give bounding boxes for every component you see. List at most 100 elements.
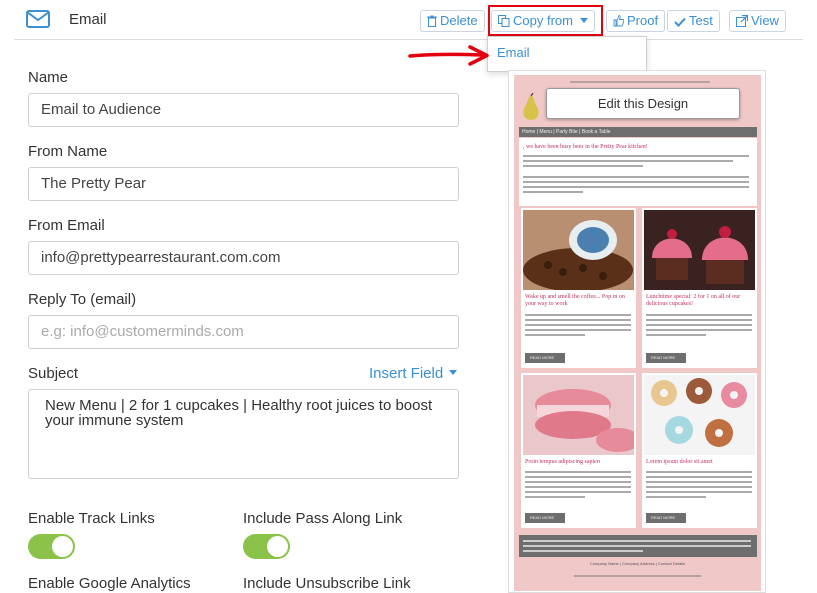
- toggle-knob: [52, 536, 73, 557]
- text-line: [523, 181, 749, 183]
- annotation-arrow: [408, 45, 489, 66]
- text-line: [523, 550, 643, 552]
- proof-label: Proof: [627, 13, 659, 28]
- subject-textarea[interactable]: New Menu | 2 for 1 cupcakes | Healthy ro…: [28, 389, 459, 479]
- email-card-coffee: Wake up and smell the coffee... Pop in o…: [521, 208, 636, 368]
- card-title: Proin tempus adipiscing sapien: [525, 459, 600, 465]
- from-name-input[interactable]: The Pretty Pear: [28, 167, 459, 201]
- card-title: Lunchtime special: 2 for 1 on all of our…: [646, 294, 741, 307]
- text-line: [646, 329, 752, 331]
- from-email-label: From Email: [28, 217, 105, 234]
- pass-along-label: Include Pass Along Link: [243, 510, 403, 527]
- read-more-button[interactable]: READ MORE: [646, 353, 686, 363]
- from-name-label: From Name: [28, 143, 108, 160]
- email-footer-links: Company Name | Company Address | Contact…: [589, 561, 686, 566]
- text-line: [646, 496, 706, 498]
- name-input[interactable]: Email to Audience: [28, 93, 459, 127]
- text-line: [523, 545, 751, 547]
- text-line: [523, 191, 583, 193]
- toggle-knob: [267, 536, 288, 557]
- text-line: [523, 540, 751, 542]
- view-button[interactable]: View: [729, 10, 786, 32]
- text-line: [646, 314, 752, 316]
- email-preview-canvas: Home | Menu | Party Bite | Book a Table …: [514, 75, 761, 591]
- delete-label: Delete: [440, 13, 478, 28]
- caret-down-icon: [449, 370, 458, 375]
- email-footer-block: [519, 535, 757, 557]
- email-card-donuts: Lorem ipsum dolor sit amet READ MORE: [642, 373, 757, 528]
- subject-label: Subject: [28, 365, 79, 382]
- read-more-label: READ MORE: [530, 515, 555, 520]
- view-label: View: [751, 13, 779, 28]
- text-line: [525, 476, 631, 478]
- read-more-button[interactable]: READ MORE: [525, 353, 565, 363]
- text-line: [523, 176, 749, 178]
- from-email-input[interactable]: info@prettypearrestaurant.com.com: [28, 241, 459, 275]
- text-line: [646, 324, 752, 326]
- email-preview: Home | Menu | Party Bite | Book a Table …: [508, 70, 766, 593]
- copy-menu-item-email[interactable]: Email: [497, 45, 530, 60]
- email-nav-bar: Home | Menu | Party Bite | Book a Table: [519, 127, 757, 137]
- page-title: Email: [69, 11, 107, 28]
- macarons-image: [523, 375, 634, 455]
- text-line: [646, 486, 752, 488]
- cupcakes-image: [644, 210, 755, 290]
- coffee-cup-image: [523, 210, 634, 290]
- reply-to-input[interactable]: e.g: info@customerminds.com: [28, 315, 459, 349]
- card-title: Wake up and smell the coffee... Pop in o…: [525, 294, 625, 307]
- insert-field-label: Insert Field: [369, 365, 444, 382]
- email-nav-text: Home | Menu | Party Bite | Book a Table: [522, 129, 611, 135]
- name-label: Name: [28, 69, 69, 86]
- text-line: [525, 329, 631, 331]
- trash-icon: [427, 15, 437, 27]
- external-link-icon: [736, 14, 749, 27]
- read-more-label: READ MORE: [530, 355, 555, 360]
- text-line: [646, 334, 706, 336]
- read-more-label: READ MORE: [651, 355, 676, 360]
- text-line: [525, 314, 631, 316]
- test-label: Test: [689, 13, 713, 28]
- donuts-image: [644, 375, 755, 455]
- pear-logo: [523, 93, 539, 120]
- email-card-cupcakes: Lunchtime special: 2 for 1 on all of our…: [642, 208, 757, 368]
- text-line: [646, 471, 752, 473]
- checkmark-icon: [674, 17, 686, 27]
- text-line: [523, 165, 643, 167]
- email-card-macarons: Proin tempus adipiscing sapien READ MORE: [521, 373, 636, 528]
- text-line: [523, 160, 733, 162]
- text-line: [523, 186, 749, 188]
- text-line: [525, 319, 631, 321]
- card-title: Lorem ipsum dolor sit amet: [646, 459, 713, 465]
- read-more-label: READ MORE: [651, 515, 676, 520]
- copy-from-menu: Email: [487, 36, 647, 72]
- proof-button[interactable]: Proof: [606, 10, 666, 32]
- unsubscribe-text: [574, 575, 701, 577]
- envelope-icon: [26, 10, 50, 28]
- thumbs-up-icon: [613, 15, 625, 27]
- track-links-label: Enable Track Links: [28, 510, 155, 527]
- email-headline: , we have been busy bees in the Pretty P…: [523, 144, 648, 150]
- text-line: [646, 491, 752, 493]
- text-line: [525, 486, 631, 488]
- text-line: [525, 491, 631, 493]
- text-line: [646, 319, 752, 321]
- unsubscribe-label: Include Unsubscribe Link: [243, 575, 411, 592]
- track-links-toggle[interactable]: [28, 534, 75, 559]
- preheader-text: [570, 81, 710, 83]
- text-line: [525, 471, 631, 473]
- pass-along-toggle[interactable]: [243, 534, 290, 559]
- text-line: [525, 334, 585, 336]
- text-line: [646, 481, 752, 483]
- text-line: [525, 496, 585, 498]
- copy-from-highlight: [488, 5, 603, 36]
- edit-design-button[interactable]: Edit this Design: [546, 88, 740, 119]
- read-more-button[interactable]: READ MORE: [525, 513, 565, 523]
- text-line: [646, 476, 752, 478]
- email-intro: , we have been busy bees in the Pretty P…: [519, 138, 757, 206]
- test-button[interactable]: Test: [667, 10, 720, 32]
- delete-button[interactable]: Delete: [420, 10, 485, 32]
- text-line: [523, 155, 749, 157]
- read-more-button[interactable]: READ MORE: [646, 513, 686, 523]
- insert-field-dropdown[interactable]: Insert Field: [369, 365, 458, 382]
- text-line: [525, 481, 631, 483]
